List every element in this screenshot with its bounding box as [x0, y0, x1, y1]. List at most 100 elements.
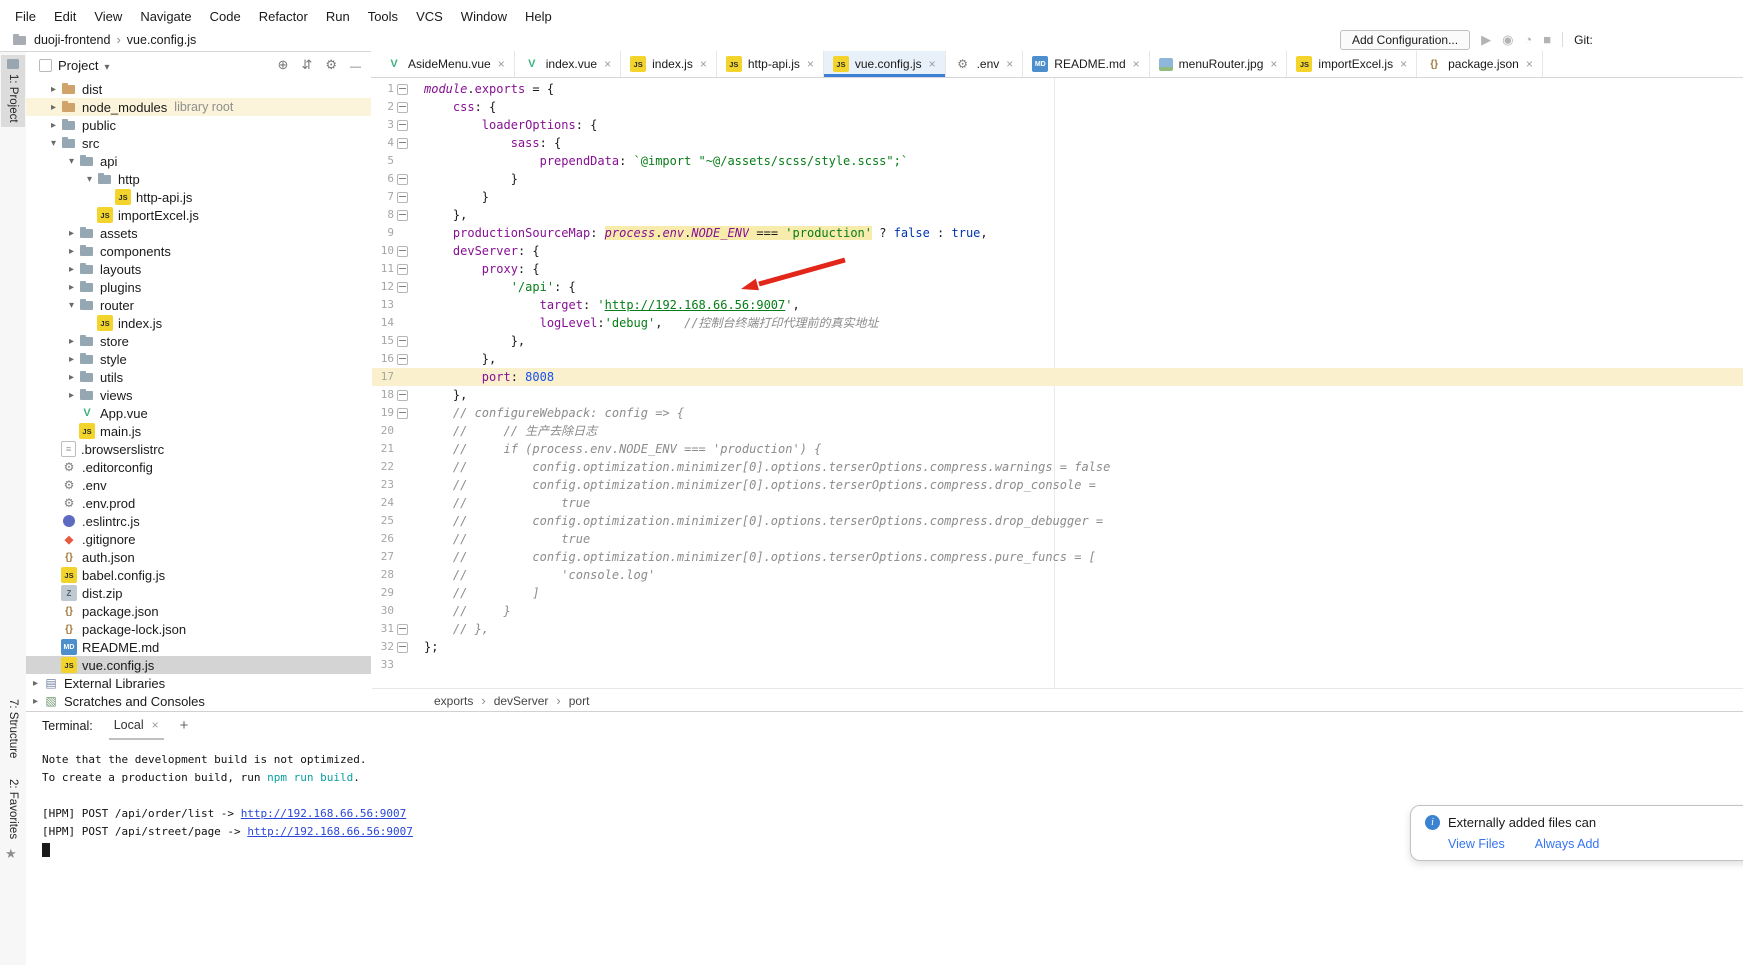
fold-marker[interactable]	[394, 134, 410, 152]
tab-index-vue[interactable]: index.vue	[515, 51, 621, 77]
fold-marker[interactable]	[394, 116, 410, 134]
tree-item-components[interactable]: ▸components	[26, 242, 371, 260]
tab-menurouter-jpg[interactable]: menuRouter.jpg	[1150, 51, 1288, 77]
fold-icon[interactable]	[397, 642, 408, 653]
tree-item-importexcel-js[interactable]: importExcel.js	[26, 206, 371, 224]
fold-icon[interactable]	[397, 102, 408, 113]
tree-item-public[interactable]: ▸public	[26, 116, 371, 134]
code-line[interactable]: 25 // config.optimization.minimizer[0].o…	[372, 512, 1743, 530]
tree-item-http[interactable]: ▾http	[26, 170, 371, 188]
new-terminal-icon[interactable]	[180, 717, 189, 734]
tree-item-utils[interactable]: ▸utils	[26, 368, 371, 386]
chevron-right-icon[interactable]: ▸	[46, 84, 61, 95]
breadcrumb-port[interactable]: port	[569, 694, 590, 708]
breadcrumb-exports[interactable]: exports	[434, 694, 473, 708]
tree-item-package-json[interactable]: package.json	[26, 602, 371, 620]
favorites-star-icon[interactable]	[5, 846, 17, 862]
fold-marker[interactable]	[394, 242, 410, 260]
fold-icon[interactable]	[397, 354, 408, 365]
code-line[interactable]: 10 devServer: {	[372, 242, 1743, 260]
fold-marker[interactable]	[394, 98, 410, 116]
code-line[interactable]: 18 },	[372, 386, 1743, 404]
tool-button-favorites[interactable]: 2: Favorites	[1, 775, 25, 843]
code-line[interactable]: 16 },	[372, 350, 1743, 368]
settings-gear-icon[interactable]	[325, 57, 337, 73]
run-icon[interactable]	[1481, 33, 1491, 46]
tree-item-assets[interactable]: ▸assets	[26, 224, 371, 242]
tree-item-external-libraries[interactable]: ▸External Libraries	[26, 674, 371, 692]
tab-package-json[interactable]: package.json	[1417, 51, 1543, 77]
breadcrumb-devserver[interactable]: devServer	[494, 694, 549, 708]
tree-item-package-lock-json[interactable]: package-lock.json	[26, 620, 371, 638]
editor[interactable]: 1module.exports = {2 css: {3 loaderOptio…	[372, 78, 1743, 688]
code-line[interactable]: 19 // configureWebpack: config => {	[372, 404, 1743, 422]
code-line[interactable]: 6 }	[372, 170, 1743, 188]
close-icon[interactable]	[700, 57, 707, 71]
menu-refactor[interactable]: Refactor	[250, 6, 317, 27]
chevron-right-icon[interactable]: ▸	[64, 354, 79, 365]
tree-item-editorconfig[interactable]: .editorconfig	[26, 458, 371, 476]
breadcrumb-project[interactable]: duoji-frontend	[34, 33, 110, 47]
fold-marker[interactable]	[394, 206, 410, 224]
fold-icon[interactable]	[397, 210, 408, 221]
chevron-right-icon[interactable]: ▸	[64, 390, 79, 401]
chevron-down-icon[interactable]	[104, 58, 109, 73]
add-configuration-button[interactable]: Add Configuration...	[1340, 30, 1470, 50]
tree-item-api[interactable]: ▾api	[26, 152, 371, 170]
fold-icon[interactable]	[397, 408, 408, 419]
fold-icon[interactable]	[397, 120, 408, 131]
fold-marker[interactable]	[394, 350, 410, 368]
tree-item-layouts[interactable]: ▸layouts	[26, 260, 371, 278]
tree-item-gitignore[interactable]: .gitignore	[26, 530, 371, 548]
chevron-right-icon[interactable]: ▸	[46, 102, 61, 113]
code-line[interactable]: 23 // config.optimization.minimizer[0].o…	[372, 476, 1743, 494]
tree-item-plugins[interactable]: ▸plugins	[26, 278, 371, 296]
project-panel-title[interactable]: Project	[58, 58, 98, 73]
menu-tools[interactable]: Tools	[359, 6, 407, 27]
chevron-right-icon[interactable]: ▸	[64, 246, 79, 257]
chevron-right-icon[interactable]: ▸	[64, 264, 79, 275]
chevron-down-icon[interactable]: ▾	[46, 138, 61, 149]
tree-item-views[interactable]: ▸views	[26, 386, 371, 404]
fold-marker[interactable]	[394, 332, 410, 350]
tree-item-main-js[interactable]: main.js	[26, 422, 371, 440]
chevron-down-icon[interactable]: ▾	[82, 174, 97, 185]
tree-item-dist[interactable]: ▸dist	[26, 80, 371, 98]
code-line[interactable]: 1module.exports = {	[372, 80, 1743, 98]
tree-item-app-vue[interactable]: App.vue	[26, 404, 371, 422]
fold-icon[interactable]	[397, 192, 408, 203]
tree-item-src[interactable]: ▾src	[26, 134, 371, 152]
tree-item-index-js[interactable]: index.js	[26, 314, 371, 332]
code-line[interactable]: 14 logLevel:'debug', //控制台终端打印代理前的真实地址	[372, 314, 1743, 332]
code-line[interactable]: 2 css: {	[372, 98, 1743, 116]
code-line[interactable]: 21 // if (process.env.NODE_ENV === 'prod…	[372, 440, 1743, 458]
close-icon[interactable]	[929, 57, 936, 71]
fold-marker[interactable]	[394, 260, 410, 278]
view-files-link[interactable]: View Files	[1448, 837, 1505, 851]
close-icon[interactable]	[604, 57, 611, 71]
fold-marker[interactable]	[394, 188, 410, 206]
tree-item-env-prod[interactable]: .env.prod	[26, 494, 371, 512]
code-line[interactable]: 24 // true	[372, 494, 1743, 512]
code-line[interactable]: 31 // },	[372, 620, 1743, 638]
tab-vue-config-js[interactable]: vue.config.js	[824, 51, 946, 77]
code-line[interactable]: 3 loaderOptions: {	[372, 116, 1743, 134]
code-line[interactable]: 5 prependData: `@import "~@/assets/scss/…	[372, 152, 1743, 170]
tab-http-api-js[interactable]: http-api.js	[717, 51, 824, 77]
close-icon[interactable]	[1526, 57, 1533, 71]
tree-item-env[interactable]: .env	[26, 476, 371, 494]
close-icon[interactable]	[1006, 57, 1013, 71]
fold-icon[interactable]	[397, 282, 408, 293]
code-line[interactable]: 30 // }	[372, 602, 1743, 620]
tree-item-browserslistrc[interactable]: .browserslistrc	[26, 440, 371, 458]
profiler-icon[interactable]	[1524, 33, 1532, 46]
chevron-down-icon[interactable]: ▾	[64, 156, 79, 167]
code-line[interactable]: 12 '/api': {	[372, 278, 1743, 296]
code-line[interactable]: 27 // config.optimization.minimizer[0].o…	[372, 548, 1743, 566]
menu-run[interactable]: Run	[317, 6, 359, 27]
stop-icon[interactable]	[1543, 33, 1551, 46]
tree-item-scratches-and-consoles[interactable]: ▸Scratches and Consoles	[26, 692, 371, 710]
chevron-right-icon[interactable]: ▸	[28, 696, 43, 707]
code-line[interactable]: 26 // true	[372, 530, 1743, 548]
tree-item-eslintrc-js[interactable]: .eslintrc.js	[26, 512, 371, 530]
